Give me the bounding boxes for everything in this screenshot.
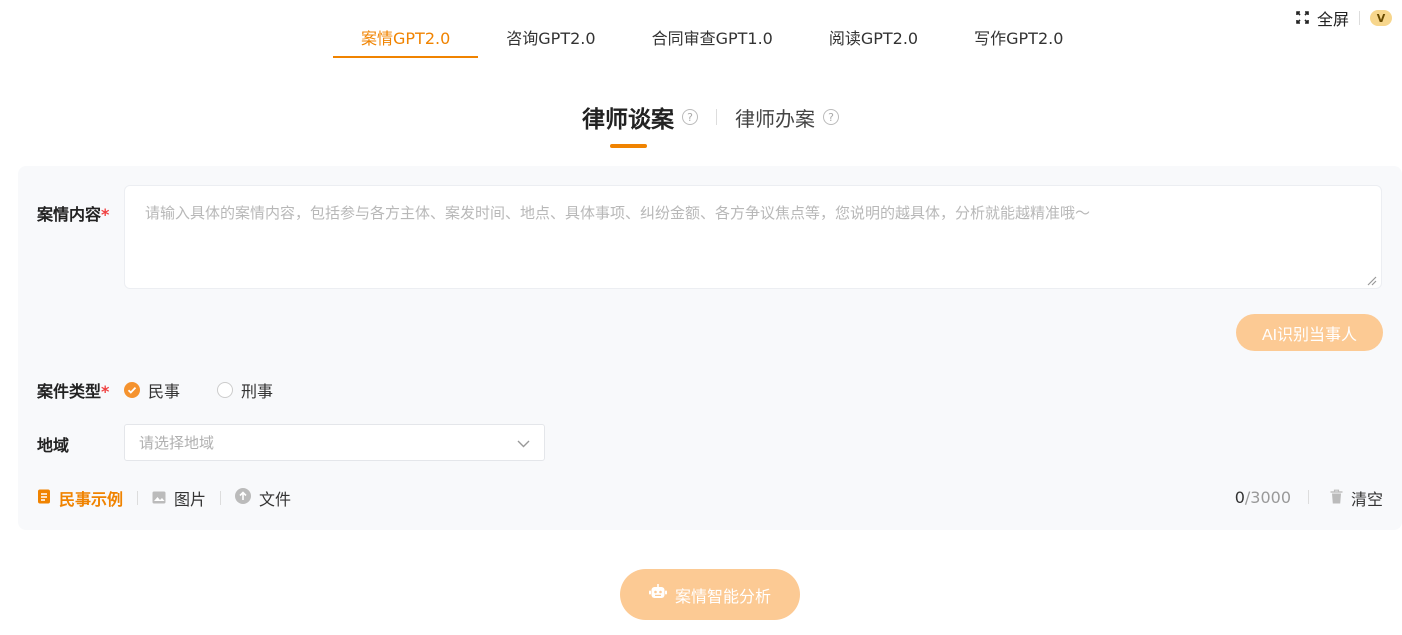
mode-label: 律师谈案 — [582, 107, 674, 133]
region-placeholder: 请选择地域 — [139, 434, 215, 452]
civil-example-label: 民事示例 — [59, 490, 124, 509]
upload-icon — [235, 488, 252, 508]
mode-lawyer-talk[interactable]: 律师谈案 ? — [582, 100, 698, 148]
help-icon[interactable]: ? — [823, 109, 839, 125]
radio-label: 刑事 — [241, 382, 274, 401]
tab-consult-gpt[interactable]: 咨询GPT2.0 — [478, 18, 623, 58]
divider — [220, 491, 222, 505]
fullscreen-button[interactable]: 全屏 — [1296, 6, 1349, 30]
trash-icon — [1330, 489, 1343, 508]
vip-badge[interactable]: V — [1370, 10, 1392, 26]
region-label: 地域 — [37, 436, 70, 455]
tab-writing-gpt[interactable]: 写作GPT2.0 — [946, 18, 1091, 58]
radio-criminal[interactable]: 刑事 — [217, 378, 273, 402]
char-counter: 0/3000 — [1234, 488, 1291, 507]
ai-identify-parties-button[interactable]: AI识别当事人 — [1236, 314, 1383, 351]
image-label: 图片 — [174, 490, 207, 509]
radio-civil[interactable]: 民事 — [124, 378, 180, 402]
content-label: 案情内容* — [37, 205, 110, 224]
file-label: 文件 — [259, 490, 292, 509]
top-right-controls: 全屏 V — [1296, 6, 1392, 30]
divider — [716, 109, 717, 125]
chevron-down-icon — [517, 434, 530, 452]
radio-checked-icon — [124, 382, 140, 398]
product-tabs: 案情GPT2.0 咨询GPT2.0 合同审查GPT1.0 阅读GPT2.0 写作… — [333, 18, 1091, 58]
tab-reading-gpt[interactable]: 阅读GPT2.0 — [801, 18, 946, 58]
resize-handle-icon[interactable] — [1365, 272, 1377, 286]
robot-icon — [648, 584, 667, 605]
case-type-label: 案件类型* — [37, 382, 110, 401]
clear-button[interactable]: 清空 — [1330, 486, 1383, 510]
mode-switch: 律师谈案 ? 律师办案 ? — [582, 100, 839, 148]
fullscreen-label: 全屏 — [1316, 10, 1349, 29]
radio-label: 民事 — [148, 382, 181, 401]
mode-label: 律师办案 — [735, 106, 815, 131]
tab-contract-review-gpt[interactable]: 合同审查GPT1.0 — [624, 18, 801, 58]
case-analysis-button[interactable]: 案情智能分析 — [620, 569, 800, 620]
divider — [1359, 11, 1360, 25]
upload-file-button[interactable]: 文件 — [235, 486, 291, 510]
clear-label: 清空 — [1350, 490, 1383, 509]
case-content-input[interactable]: 请输入具体的案情内容，包括参与各方主体、案发时间、地点、具体事项、纠纷金额、各方… — [124, 185, 1382, 289]
expand-icon — [1296, 9, 1309, 28]
case-form-panel: 案情内容* 请输入具体的案情内容，包括参与各方主体、案发时间、地点、具体事项、纠… — [18, 166, 1402, 530]
case-content-placeholder: 请输入具体的案情内容，包括参与各方主体、案发时间、地点、具体事项、纠纷金额、各方… — [145, 204, 1091, 222]
tab-case-gpt[interactable]: 案情GPT2.0 — [333, 18, 479, 58]
document-icon — [37, 489, 51, 508]
divider — [1308, 490, 1309, 504]
divider — [137, 491, 139, 505]
help-icon[interactable]: ? — [682, 109, 698, 125]
input-tools: 民事示例 图片 文件 — [37, 486, 291, 510]
region-select[interactable]: 请选择地域 — [124, 424, 545, 461]
upload-image-button[interactable]: 图片 — [152, 486, 206, 510]
radio-unchecked-icon — [217, 382, 233, 398]
civil-example-button[interactable]: 民事示例 — [37, 486, 123, 510]
mode-lawyer-handle[interactable]: 律师办案 ? — [735, 103, 839, 132]
case-analysis-label: 案情智能分析 — [674, 588, 771, 606]
image-icon — [152, 489, 166, 508]
